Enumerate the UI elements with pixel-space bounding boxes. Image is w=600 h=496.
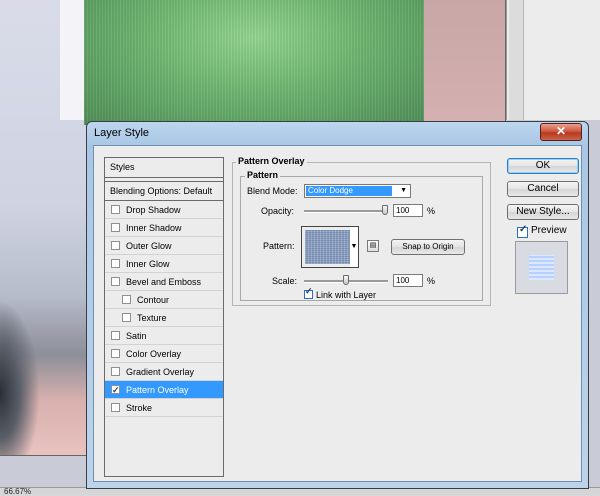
opacity-unit: % — [427, 206, 436, 216]
scale-slider-thumb[interactable] — [343, 275, 349, 285]
style-item-satin[interactable]: Satin — [105, 327, 223, 345]
style-checkbox[interactable] — [111, 331, 120, 340]
link-with-layer-label: Link with Layer — [316, 290, 377, 300]
canvas-white-strip — [60, 0, 84, 120]
style-item-label: Inner Shadow — [126, 223, 182, 233]
style-item-inner-glow[interactable]: Inner Glow — [105, 255, 223, 273]
snap-to-origin-button[interactable]: Snap to Origin — [391, 239, 465, 255]
style-item-label: Pattern Overlay — [126, 385, 189, 395]
style-item-label: Drop Shadow — [126, 205, 181, 215]
blend-mode-label: Blend Mode: — [247, 186, 298, 196]
style-item-label: Outer Glow — [126, 241, 172, 251]
ok-button[interactable]: OK — [507, 158, 579, 174]
canvas-green-texture — [84, 0, 424, 125]
style-checkbox[interactable] — [111, 241, 120, 250]
styles-list: Styles Blending Options: Default Drop Sh… — [104, 157, 224, 477]
blend-mode-value: Color Dodge — [306, 186, 392, 196]
side-panel — [506, 0, 600, 120]
style-item-drop-shadow[interactable]: Drop Shadow — [105, 201, 223, 219]
style-item-label: Color Overlay — [126, 349, 182, 359]
blend-mode-select[interactable]: Color Dodge ▼ — [304, 184, 411, 198]
style-checkbox[interactable] — [111, 367, 120, 376]
dialog-title: Layer Style — [94, 127, 150, 139]
style-item-label: Texture — [137, 313, 167, 323]
style-preview-thumbnail — [515, 241, 568, 294]
style-checkbox[interactable] — [111, 205, 120, 214]
style-item-contour[interactable]: Contour — [105, 291, 223, 309]
style-checkbox[interactable] — [111, 259, 120, 268]
opacity-label: Opacity: — [261, 206, 295, 216]
preview-checkbox[interactable] — [517, 224, 528, 238]
style-preview-swatch — [529, 255, 554, 280]
style-item-inner-shadow[interactable]: Inner Shadow — [105, 219, 223, 237]
opacity-input[interactable]: 100 — [393, 204, 423, 217]
close-button[interactable]: ✕ — [540, 123, 582, 141]
style-checkbox[interactable] — [122, 295, 131, 304]
style-item-label: Gradient Overlay — [126, 367, 195, 377]
style-items: Drop Shadow Inner Shadow Outer Glow Inner G… — [105, 201, 223, 417]
chevron-down-icon: ▼ — [400, 187, 407, 194]
close-icon: ✕ — [555, 124, 567, 138]
style-checkbox[interactable] — [111, 403, 120, 412]
style-item-label: Stroke — [126, 403, 153, 413]
new-preset-icon: ▤ — [369, 242, 377, 249]
pattern-label: Pattern: — [263, 241, 295, 251]
preview-label: Preview — [531, 225, 567, 236]
pattern-dropdown-button[interactable]: ▼ — [350, 226, 359, 268]
style-item-outer-glow[interactable]: Outer Glow — [105, 237, 223, 255]
pattern-overlay-title: Pattern Overlay — [236, 156, 307, 166]
style-checkbox[interactable] — [111, 349, 120, 358]
link-with-layer-checkbox[interactable] — [304, 286, 313, 299]
chevron-down-icon: ▼ — [350, 243, 358, 250]
style-checkbox[interactable] — [111, 381, 120, 399]
cancel-button[interactable]: Cancel — [507, 181, 579, 197]
pattern-group-title: Pattern — [245, 170, 281, 180]
style-item-gradient-overlay[interactable]: Gradient Overlay — [105, 363, 223, 381]
style-item-label: Bevel and Emboss — [126, 277, 202, 287]
scale-unit: % — [427, 276, 436, 286]
style-checkbox[interactable] — [111, 277, 120, 286]
new-preset-button[interactable]: ▤ — [367, 240, 379, 252]
style-item-texture[interactable]: Texture — [105, 309, 223, 327]
pattern-preview — [305, 230, 353, 264]
layer-style-dialog: Layer Style ✕ Styles Blending Options: D… — [86, 121, 589, 489]
style-item-bevel-and-emboss[interactable]: Bevel and Emboss — [105, 273, 223, 291]
style-checkbox[interactable] — [111, 223, 120, 232]
dialog-body: Styles Blending Options: Default Drop Sh… — [93, 145, 582, 482]
opacity-slider-thumb[interactable] — [382, 205, 388, 215]
style-item-label: Contour — [137, 295, 170, 305]
canvas-pink-area — [424, 0, 505, 125]
new-style-button[interactable]: New Style... — [507, 204, 579, 220]
style-item-stroke[interactable]: Stroke — [105, 399, 223, 417]
style-item-pattern-overlay[interactable]: Pattern Overlay — [105, 381, 223, 399]
style-item-label: Satin — [126, 331, 147, 341]
dialog-titlebar[interactable]: Layer Style ✕ — [87, 122, 588, 144]
blending-options-item[interactable]: Blending Options: Default — [105, 181, 223, 201]
style-item-label: Inner Glow — [126, 259, 170, 269]
style-checkbox[interactable] — [122, 313, 131, 322]
styles-header[interactable]: Styles — [105, 158, 223, 178]
panel-scrollbar[interactable] — [509, 0, 524, 120]
style-item-color-overlay[interactable]: Color Overlay — [105, 345, 223, 363]
scale-label: Scale: — [272, 276, 298, 286]
opacity-slider[interactable] — [304, 210, 388, 213]
pattern-swatch[interactable] — [301, 226, 357, 268]
scale-input[interactable]: 100 — [393, 274, 423, 287]
